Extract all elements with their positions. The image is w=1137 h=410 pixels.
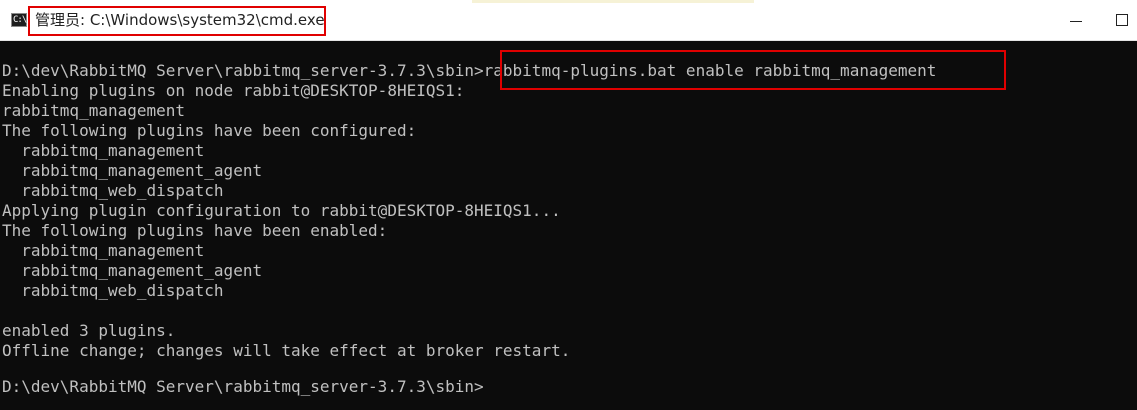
console-line: The following plugins have been enabled: (2, 221, 388, 240)
console-line: The following plugins have been configur… (2, 121, 417, 140)
console-line: D:\dev\RabbitMQ Server\rabbitmq_server-3… (2, 377, 484, 396)
minimize-icon[interactable] (1062, 0, 1090, 40)
cmd-window: C:\ 管理员: C:\Windows\system32\cmd.exe D:\… (0, 0, 1137, 410)
console-line: Applying plugin configuration to rabbit@… (2, 201, 561, 220)
title-bar-accent (472, 0, 754, 3)
console-output[interactable]: D:\dev\RabbitMQ Server\rabbitmq_server-3… (0, 44, 1137, 410)
cmd-icon[interactable]: C:\ (11, 13, 27, 27)
console-line: rabbitmq_management_agent (2, 161, 263, 180)
title-highlight-box (28, 6, 326, 36)
console-line: rabbitmq_management_agent (2, 261, 263, 280)
console-line: rabbitmq_web_dispatch (2, 281, 224, 300)
console-line: rabbitmq_management (2, 101, 186, 120)
console-line: rabbitmq_web_dispatch (2, 181, 224, 200)
command-highlight-box (500, 50, 1006, 90)
console-line: Offline change; changes will take effect… (2, 341, 571, 360)
maximize-icon[interactable] (1116, 14, 1128, 26)
console-line: rabbitmq_management (2, 141, 205, 160)
console-line: Enabling plugins on node rabbit@DESKTOP-… (2, 81, 465, 100)
title-bar[interactable]: C:\ 管理员: C:\Windows\system32\cmd.exe (0, 0, 1137, 41)
cmd-icon-label: C:\ (13, 15, 27, 25)
console-line: rabbitmq_management (2, 241, 205, 260)
console-line: enabled 3 plugins. (2, 321, 176, 340)
